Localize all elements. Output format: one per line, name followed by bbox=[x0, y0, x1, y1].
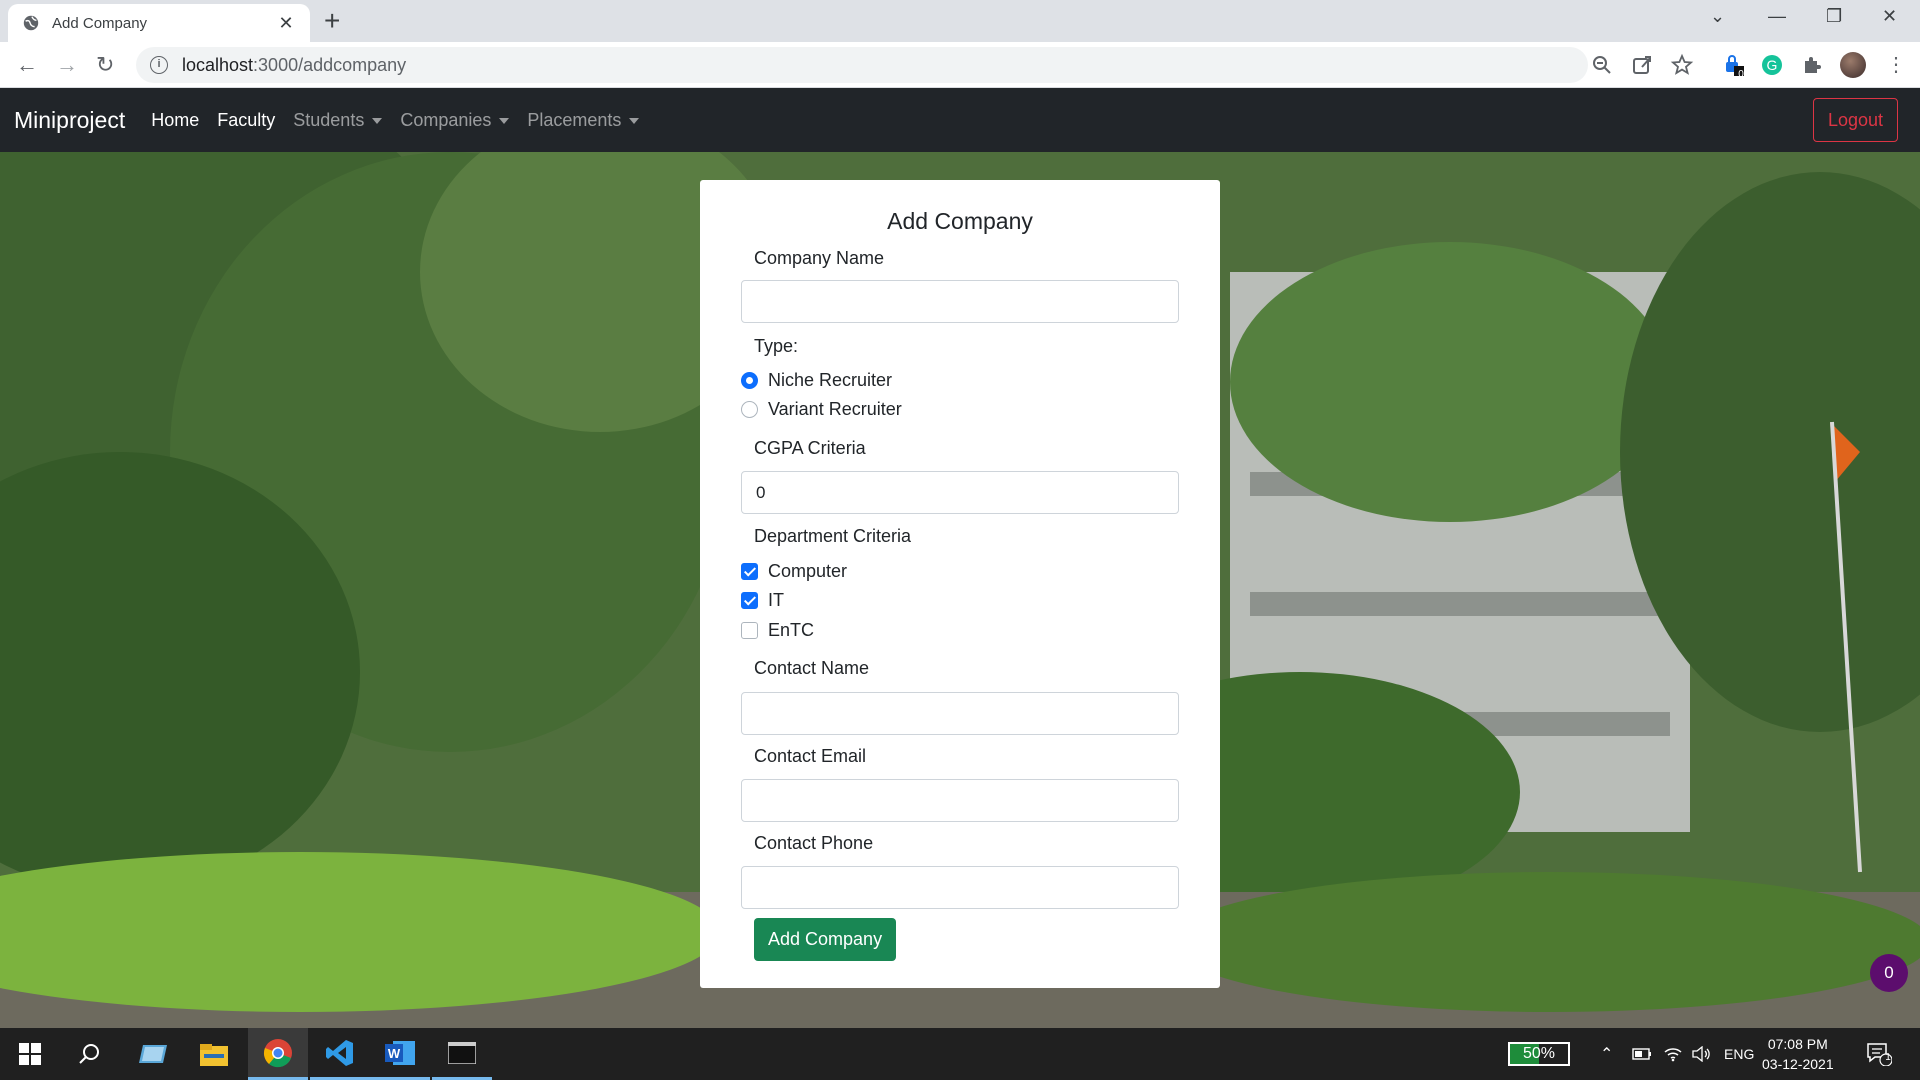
radio-niche-recruiter[interactable] bbox=[741, 372, 758, 389]
logout-button[interactable]: Logout bbox=[1812, 98, 1898, 142]
nav-link-home[interactable]: Home bbox=[151, 110, 199, 131]
address-bar[interactable]: i localhost:3000/addcompany bbox=[136, 47, 1588, 83]
nav-dropdown-companies-label: Companies bbox=[400, 109, 492, 130]
volume-icon[interactable] bbox=[1692, 1028, 1712, 1080]
radio-variant-label: Variant Recruiter bbox=[768, 399, 902, 419]
extension-badge: 0 bbox=[1738, 69, 1744, 80]
radio-variant-recruiter[interactable] bbox=[741, 401, 758, 418]
checkbox-entc-label: EnTC bbox=[768, 620, 815, 640]
company-name-input[interactable] bbox=[741, 280, 1179, 323]
svg-text:W: W bbox=[388, 1046, 401, 1061]
grammarly-icon[interactable]: G bbox=[1760, 53, 1784, 77]
zoom-icon[interactable] bbox=[1590, 53, 1614, 77]
checkbox-computer[interactable] bbox=[741, 563, 758, 580]
checkbox-it[interactable] bbox=[741, 592, 758, 609]
floating-count-badge[interactable]: 0 bbox=[1870, 954, 1908, 992]
clock-time: 07:08 PM bbox=[1767, 1036, 1828, 1052]
contact-phone-input[interactable] bbox=[741, 866, 1179, 909]
dept-option-it[interactable]: IT bbox=[741, 590, 784, 611]
word-icon[interactable]: W bbox=[370, 1028, 430, 1080]
vscode-icon[interactable] bbox=[310, 1028, 370, 1080]
navbar-brand[interactable]: Miniproject bbox=[14, 107, 125, 134]
browser-tab-bar: Add Company ✕ + ⌄ — ❐ ✕ bbox=[0, 0, 1920, 42]
extensions-puzzle-icon[interactable] bbox=[1800, 53, 1824, 77]
search-icon[interactable] bbox=[60, 1028, 120, 1080]
browser-tab[interactable]: Add Company ✕ bbox=[8, 4, 310, 42]
clock-date: 03-12-2021 bbox=[1762, 1056, 1834, 1072]
caret-down-icon bbox=[372, 117, 383, 124]
form-title: Add Company bbox=[887, 208, 1033, 234]
new-tab-icon[interactable]: + bbox=[324, 6, 340, 36]
battery-indicator[interactable]: 50% bbox=[1508, 1042, 1570, 1066]
globe-icon bbox=[23, 15, 39, 31]
dept-option-computer[interactable]: Computer bbox=[741, 561, 847, 582]
restore-icon[interactable]: ❐ bbox=[1826, 6, 1842, 27]
minimize-icon[interactable]: — bbox=[1768, 6, 1786, 27]
tab-search-icon[interactable]: ⌄ bbox=[1710, 6, 1725, 27]
profile-avatar[interactable] bbox=[1840, 52, 1866, 78]
contact-name-input[interactable] bbox=[741, 692, 1179, 735]
radio-option-niche[interactable]: Niche Recruiter bbox=[741, 370, 892, 391]
nav-dropdown-students[interactable]: Students bbox=[293, 109, 383, 131]
url-path: :3000/addcompany bbox=[253, 54, 407, 75]
windows-taskbar: W 50% ⌃ ENG 07:08 PM 03-12-2021 1 bbox=[0, 1028, 1920, 1080]
notification-count: 1 bbox=[1885, 1052, 1891, 1063]
dept-option-entc[interactable]: EnTC bbox=[741, 620, 814, 641]
wifi-icon[interactable] bbox=[1664, 1028, 1682, 1080]
url-host: localhost bbox=[182, 54, 254, 75]
contact-phone-label: Contact Phone bbox=[754, 833, 874, 853]
site-info-icon[interactable]: i bbox=[150, 56, 168, 74]
tab-title: Add Company bbox=[52, 14, 148, 32]
company-name-label: Company Name bbox=[754, 248, 885, 268]
svg-text:G: G bbox=[1767, 57, 1778, 73]
bookmark-star-icon[interactable] bbox=[1670, 53, 1694, 77]
nav-dropdown-companies[interactable]: Companies bbox=[400, 109, 510, 131]
add-company-button[interactable]: Add Company bbox=[754, 918, 897, 961]
radio-option-variant[interactable]: Variant Recruiter bbox=[741, 399, 902, 420]
language-indicator[interactable]: ENG bbox=[1724, 1028, 1754, 1080]
forward-icon[interactable]: → bbox=[56, 52, 78, 78]
app-navbar: Miniproject Home Faculty Students Compan… bbox=[0, 88, 1920, 152]
browser-toolbar: ← → ↻ i localhost:3000/addcompany 0 G ⋮ bbox=[0, 42, 1920, 88]
back-icon[interactable]: ← bbox=[16, 52, 38, 78]
windows-start-icon[interactable] bbox=[0, 1028, 60, 1080]
add-company-card: Add Company Company Name Type: Niche Rec… bbox=[700, 180, 1220, 988]
contact-email-label: Contact Email bbox=[754, 746, 867, 766]
checkbox-it-label: IT bbox=[768, 590, 784, 610]
contact-email-input[interactable] bbox=[741, 779, 1179, 822]
cgpa-label: CGPA Criteria bbox=[754, 438, 866, 458]
show-hidden-icons-chevron-icon[interactable]: ⌃ bbox=[1600, 1028, 1613, 1080]
contact-name-label: Contact Name bbox=[754, 658, 870, 678]
cgpa-input[interactable] bbox=[741, 471, 1179, 514]
share-icon[interactable] bbox=[1630, 53, 1654, 77]
tab-close-icon[interactable]: ✕ bbox=[276, 13, 296, 34]
nav-dropdown-placements[interactable]: Placements bbox=[527, 109, 640, 131]
url-text: localhost:3000/addcompany bbox=[182, 55, 406, 76]
file-explorer-icon[interactable] bbox=[184, 1028, 244, 1080]
checkbox-computer-label: Computer bbox=[768, 561, 848, 581]
radio-niche-label: Niche Recruiter bbox=[768, 370, 893, 390]
nav-link-faculty[interactable]: Faculty bbox=[217, 110, 275, 131]
type-label: Type: bbox=[754, 336, 799, 356]
nav-dropdown-placements-label: Placements bbox=[527, 109, 622, 130]
tablet-app-icon[interactable] bbox=[124, 1028, 184, 1080]
browser-menu-icon[interactable]: ⋮ bbox=[1886, 52, 1906, 77]
system-clock[interactable]: 07:08 PM 03-12-2021 bbox=[1762, 1034, 1834, 1074]
caret-down-icon bbox=[629, 117, 640, 124]
nav-dropdown-students-label: Students bbox=[293, 109, 365, 130]
department-label: Department Criteria bbox=[754, 526, 912, 546]
checkbox-entc[interactable] bbox=[741, 622, 758, 639]
close-window-icon[interactable]: ✕ bbox=[1882, 6, 1897, 27]
battery-icon[interactable] bbox=[1632, 1028, 1652, 1080]
reload-icon[interactable]: ↻ bbox=[96, 52, 114, 78]
terminal-icon[interactable] bbox=[432, 1028, 492, 1080]
chrome-taskbar-icon[interactable] bbox=[248, 1028, 308, 1080]
caret-down-icon bbox=[499, 117, 510, 124]
